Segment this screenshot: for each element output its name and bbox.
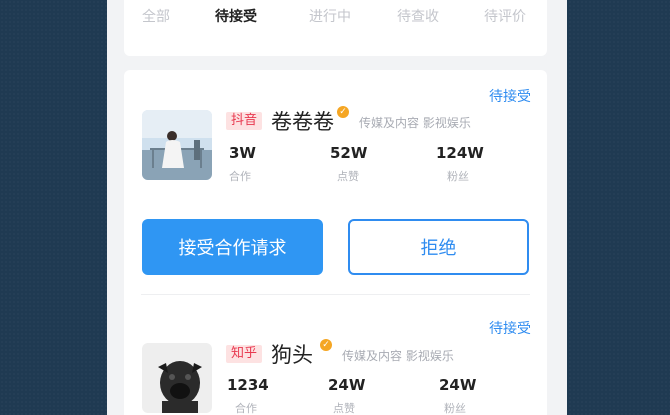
stat-likes-label: 点赞 xyxy=(337,170,359,183)
status-tabs: 全部 待接受 进行中 待查收 待评价 xyxy=(124,0,547,56)
stat-cooperation-label: 合作 xyxy=(229,170,251,183)
request-list: 待接受 抖音 卷卷卷 ✓ 传媒及内容 影视娱乐 3W 合作 52W 点赞 124… xyxy=(124,70,547,415)
stat-cooperation-value: 3W xyxy=(229,144,256,162)
accept-cooperation-button[interactable]: 接受合作请求 xyxy=(142,219,323,275)
influencer-name: 狗头 xyxy=(271,343,313,367)
divider xyxy=(141,294,530,295)
verified-badge-icon: ✓ xyxy=(337,106,349,118)
stat-fans-label: 粉丝 xyxy=(444,402,466,415)
tab-to-check[interactable]: 待查收 xyxy=(397,6,439,26)
avatar[interactable] xyxy=(142,343,212,413)
stat-fans-label: 粉丝 xyxy=(447,170,469,183)
avatar[interactable] xyxy=(142,110,212,180)
tab-to-review[interactable]: 待评价 xyxy=(484,6,526,26)
stat-likes-label: 点赞 xyxy=(333,402,355,415)
category-tags: 传媒及内容 影视娱乐 xyxy=(342,349,454,363)
stat-fans-value: 124W xyxy=(436,144,484,162)
reject-button[interactable]: 拒绝 xyxy=(348,219,529,275)
verified-badge-icon: ✓ xyxy=(320,339,332,351)
request-status: 待接受 xyxy=(489,89,531,105)
stat-fans-value: 24W xyxy=(439,376,477,394)
tab-pending[interactable]: 待接受 xyxy=(215,6,257,26)
request-status: 待接受 xyxy=(489,321,531,337)
platform-tag: 知乎 xyxy=(226,345,263,363)
influencer-name: 卷卷卷 xyxy=(271,110,334,134)
tab-in-progress[interactable]: 进行中 xyxy=(309,6,351,26)
app-screen: 全部 待接受 进行中 待查收 待评价 待接受 抖音 卷卷卷 ✓ 传媒及内容 影视… xyxy=(107,0,567,415)
stat-likes-value: 24W xyxy=(328,376,366,394)
stat-likes-value: 52W xyxy=(330,144,368,162)
tab-all[interactable]: 全部 xyxy=(142,6,170,26)
stat-cooperation-value: 1234 xyxy=(227,376,269,394)
category-tags: 传媒及内容 影视娱乐 xyxy=(359,116,471,130)
stat-cooperation-label: 合作 xyxy=(235,402,257,415)
platform-tag: 抖音 xyxy=(226,112,263,130)
